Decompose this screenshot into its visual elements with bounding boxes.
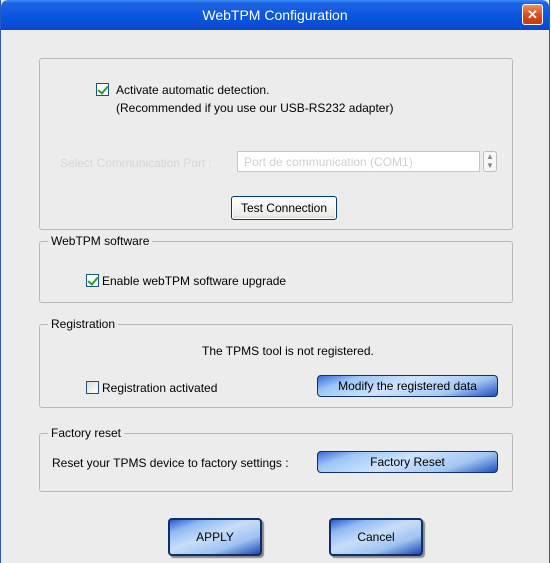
software-group: WebTPM software Enable webTPM software u…	[39, 234, 513, 303]
port-label: Select Communication Port :	[60, 156, 213, 170]
registration-status: The TPMS tool is not registered.	[202, 344, 374, 358]
enable-upgrade-label: Enable webTPM software upgrade	[102, 274, 287, 288]
factory-reset-button[interactable]: Factory Reset	[317, 451, 498, 473]
factory-reset-legend: Factory reset	[48, 426, 125, 440]
config-window: WebTPM Configuration ✕ Activate automati…	[0, 0, 550, 563]
activate-detection-label: Activate automatic detection.	[116, 83, 270, 97]
enable-upgrade-checkbox[interactable]	[86, 274, 99, 287]
registration-legend: Registration	[48, 317, 119, 331]
recommendation-text: (Recommended if you use our USB-RS232 ad…	[116, 101, 394, 115]
port-select-value: Port de communication (COM1)	[244, 155, 413, 169]
modify-registered-data-button[interactable]: Modify the registered data	[317, 375, 498, 397]
registration-activated-checkbox[interactable]	[86, 381, 99, 394]
software-legend: WebTPM software	[48, 234, 153, 248]
apply-button[interactable]: APPLY	[168, 518, 262, 556]
activate-detection-checkbox[interactable]	[96, 83, 109, 96]
test-connection-button[interactable]: Test Connection	[231, 196, 337, 220]
close-icon[interactable]: ✕	[522, 4, 543, 25]
title-bar: WebTPM Configuration ✕	[1, 0, 549, 30]
registration-group: Registration The TPMS tool is not regist…	[39, 317, 513, 408]
port-spinner-icon[interactable]: ▲ ▼	[483, 151, 497, 172]
factory-reset-description: Reset your TPMS device to factory settin…	[52, 456, 289, 470]
registration-activated-label: Registration activated	[102, 381, 218, 395]
factory-reset-group: Factory reset Reset your TPMS device to …	[39, 426, 513, 492]
window-title: WebTPM Configuration	[202, 7, 348, 23]
cancel-button[interactable]: Cancel	[329, 518, 423, 556]
detection-group: Activate automatic detection. (Recommend…	[39, 58, 513, 230]
port-select[interactable]: Port de communication (COM1)	[237, 151, 480, 172]
